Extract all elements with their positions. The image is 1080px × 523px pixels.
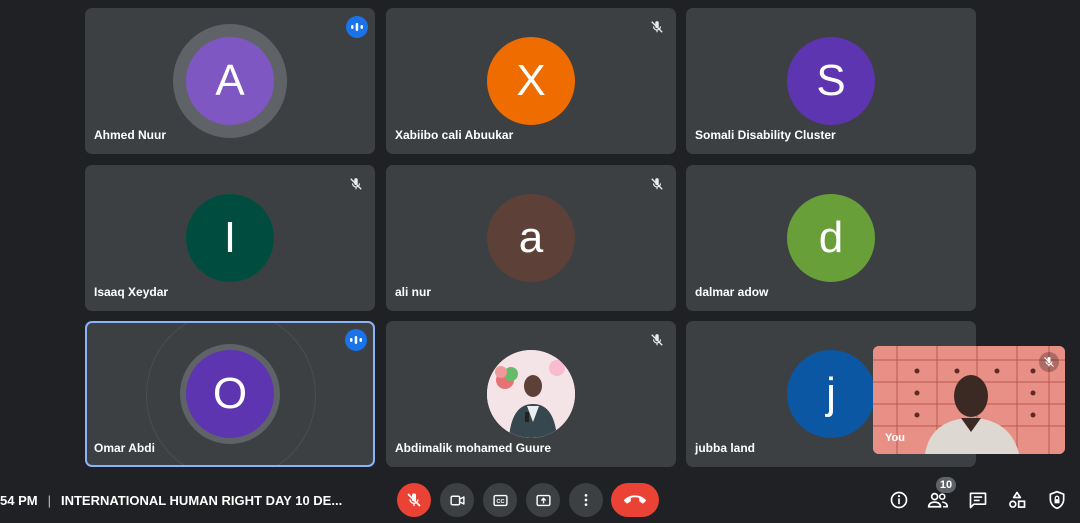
participant-tile[interactable]: A Ahmed Nuur xyxy=(85,8,375,154)
participant-photo xyxy=(487,350,575,438)
chat-button[interactable] xyxy=(965,487,991,513)
more-vert-icon xyxy=(578,492,594,508)
avatar: j xyxy=(787,350,875,438)
participant-name: Ahmed Nuur xyxy=(94,128,166,142)
meeting-time: 54 PM xyxy=(0,493,38,508)
divider: | xyxy=(47,493,51,508)
end-call-button[interactable] xyxy=(611,483,659,517)
avatar: a xyxy=(487,194,575,282)
call-end-icon xyxy=(624,489,646,511)
present-screen-icon xyxy=(535,492,552,509)
participant-name: Somali Disability Cluster xyxy=(695,128,836,142)
avatar: X xyxy=(487,37,575,125)
speaking-indicator-icon xyxy=(345,329,367,351)
avatar: d xyxy=(787,194,875,282)
bottom-bar: 54 PM | INTERNATIONAL HUMAN RIGHT DAY 10 D… xyxy=(0,477,1080,523)
host-controls-button[interactable] xyxy=(1044,487,1070,513)
participant-name: dalmar adow xyxy=(695,285,769,299)
participant-name: Abdimalik mohamed Guure xyxy=(395,441,552,455)
mic-off-icon xyxy=(345,173,367,195)
meeting-info: 54 PM | INTERNATIONAL HUMAN RIGHT DAY 10 D… xyxy=(0,493,342,508)
participant-tile[interactable]: Abdimalik mohamed Guure xyxy=(386,321,676,467)
avatar: S xyxy=(787,37,875,125)
self-label: You xyxy=(885,432,905,444)
present-button[interactable] xyxy=(526,483,560,517)
participant-tile[interactable]: a ali nur xyxy=(386,165,676,311)
participant-name: Xabiibo cali Abuukar xyxy=(395,128,514,142)
speaking-indicator-icon xyxy=(346,16,368,38)
participant-name: ali nur xyxy=(395,285,432,299)
meeting-title[interactable]: INTERNATIONAL HUMAN RIGHT DAY 10 DE... xyxy=(61,493,342,508)
svg-text:CC: CC xyxy=(496,498,504,504)
participant-tile[interactable]: d dalmar adow xyxy=(686,165,976,311)
participant-name: Omar Abdi xyxy=(94,441,155,455)
meeting-details-button[interactable] xyxy=(886,487,912,513)
mic-off-icon xyxy=(646,173,668,195)
activities-icon xyxy=(1007,490,1027,510)
participant-tile[interactable]: X Xabiibo cali Abuukar xyxy=(386,8,676,154)
participant-name: Isaaq Xeydar xyxy=(94,285,169,299)
mic-toggle-button[interactable] xyxy=(397,483,431,517)
avatar: I xyxy=(186,194,274,282)
people-icon xyxy=(927,490,949,510)
self-view[interactable]: You xyxy=(873,346,1065,454)
info-icon xyxy=(889,490,909,510)
host-controls-icon xyxy=(1047,490,1067,510)
activities-button[interactable] xyxy=(1004,487,1030,513)
participant-name: jubba land xyxy=(695,441,755,455)
self-mic-off-icon xyxy=(1039,352,1059,372)
camera-toggle-button[interactable] xyxy=(440,483,474,517)
participant-tile[interactable]: S Somali Disability Cluster xyxy=(686,8,976,154)
more-options-button[interactable] xyxy=(569,483,603,517)
avatar: O xyxy=(186,350,274,438)
mic-off-icon xyxy=(646,16,668,38)
chat-icon xyxy=(968,490,988,510)
avatar: A xyxy=(186,37,274,125)
participant-tile[interactable]: I Isaaq Xeydar xyxy=(85,165,375,311)
videocam-icon xyxy=(449,492,466,509)
participant-tile-active[interactable]: O Omar Abdi xyxy=(85,321,375,467)
captions-button[interactable]: CC xyxy=(483,483,517,517)
mic-off-icon xyxy=(646,329,668,351)
mic-off-icon xyxy=(406,492,422,508)
closed-captions-icon: CC xyxy=(492,492,509,509)
people-count-badge: 10 xyxy=(936,477,956,493)
